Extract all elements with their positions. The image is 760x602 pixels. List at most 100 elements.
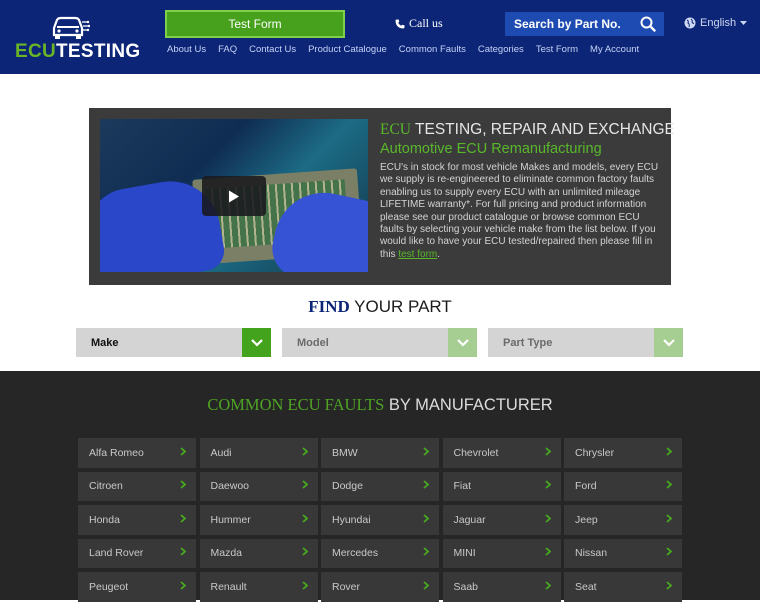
- chevron-right-icon: [180, 581, 187, 593]
- find-your-part-heading: FIND YOUR PART: [308, 297, 452, 316]
- manufacturer-item[interactable]: Seat: [564, 572, 682, 602]
- chevron-right-icon: [423, 547, 430, 559]
- chevron-right-icon: [301, 581, 308, 593]
- hero-panel: ECU TESTING, REPAIR AND EXCHANGE Automot…: [89, 108, 675, 285]
- hero-subtitle: Automotive ECU Remanufacturing: [380, 141, 602, 157]
- manufacturer-item[interactable]: Rover: [321, 572, 439, 602]
- part-type-select-arrow[interactable]: [654, 328, 683, 357]
- chevron-right-icon: [423, 447, 430, 459]
- chevron-right-icon: [544, 547, 551, 559]
- manufacturer-label: Citroen: [89, 480, 123, 493]
- manufacturer-item[interactable]: Hummer: [199, 505, 318, 535]
- manufacturer-item[interactable]: Jeep: [564, 505, 682, 535]
- manufacturer-item[interactable]: Saab: [442, 572, 561, 602]
- manufacturer-label: Audi: [210, 446, 232, 459]
- model-select[interactable]: Model: [282, 328, 477, 357]
- manufacturer-label: Renault: [210, 580, 247, 593]
- chevron-right-icon: [544, 514, 551, 526]
- manufacturer-label: Dodge: [332, 480, 363, 493]
- manufacturer-item[interactable]: Mazda: [199, 538, 318, 568]
- manufacturer-item[interactable]: Mercedes: [321, 538, 439, 568]
- nav-contact-us[interactable]: Contact Us: [243, 44, 302, 55]
- manufacturer-item[interactable]: Jaguar: [442, 505, 561, 535]
- chevron-right-icon: [544, 480, 551, 492]
- chevron-right-icon: [544, 447, 551, 459]
- chevron-right-icon: [544, 581, 551, 593]
- manufacturer-item[interactable]: Peugeot: [78, 572, 196, 602]
- common-faults-heading: COMMON ECU FAULTS BY MANUFACTURER: [207, 395, 553, 414]
- nav-common-faults[interactable]: Common Faults: [393, 44, 472, 55]
- manufacturer-item[interactable]: Citroen: [78, 471, 196, 501]
- manufacturer-item[interactable]: BMW: [321, 438, 439, 468]
- manufacturer-label: Alfa Romeo: [89, 446, 144, 459]
- chevron-right-icon: [423, 581, 430, 593]
- make-select-arrow[interactable]: [242, 328, 271, 357]
- chevron-right-icon: [180, 514, 187, 526]
- test-form-button[interactable]: Test Form: [165, 10, 345, 38]
- manufacturer-label: Nissan: [575, 547, 608, 560]
- common-faults-section: COMMON ECU FAULTS BY MANUFACTURER Alfa R…: [0, 371, 760, 602]
- part-type-select[interactable]: Part Type: [488, 328, 683, 357]
- manufacturer-label: Seat: [575, 580, 597, 593]
- search-input[interactable]: [514, 17, 634, 31]
- chevron-right-icon: [666, 514, 673, 526]
- chevron-right-icon: [180, 547, 187, 559]
- manufacturer-item[interactable]: Hyundai: [321, 505, 439, 535]
- manufacturer-item[interactable]: Ford: [564, 471, 682, 501]
- chevron-right-icon: [180, 480, 187, 492]
- manufacturer-item[interactable]: MINI: [442, 538, 561, 568]
- manufacturer-label: Peugeot: [89, 580, 129, 593]
- part-type-select-label: Part Type: [503, 336, 553, 349]
- manufacturer-item[interactable]: Nissan: [564, 538, 682, 568]
- manufacturer-item[interactable]: Daewoo: [199, 471, 318, 501]
- manufacturer-label: Jaguar: [453, 513, 486, 526]
- manufacturer-label: Chrysler: [575, 446, 615, 459]
- chevron-right-icon: [180, 447, 187, 459]
- site-header: ECUTESTING Test Form Call us English Abo…: [0, 0, 760, 74]
- manufacturer-item[interactable]: Dodge: [321, 471, 439, 501]
- manufacturer-item[interactable]: Renault: [199, 572, 318, 602]
- caret-down-icon: [740, 20, 748, 25]
- manufacturer-label: Mercedes: [332, 547, 379, 560]
- nav-about-us[interactable]: About Us: [161, 44, 212, 55]
- hero-title: ECU TESTING, REPAIR AND EXCHANGE: [380, 121, 675, 138]
- nav-product-catalogue[interactable]: Product Catalogue: [302, 44, 393, 55]
- globe-icon: [684, 17, 696, 29]
- logo[interactable]: ECUTESTING: [15, 10, 140, 62]
- video-player[interactable]: [100, 119, 368, 272]
- nav-test-form[interactable]: Test Form: [530, 44, 584, 55]
- search-icon[interactable]: [640, 16, 656, 32]
- manufacturer-item[interactable]: Honda: [78, 505, 196, 535]
- chevron-right-icon: [666, 581, 673, 593]
- manufacturer-item[interactable]: Audi: [199, 438, 318, 468]
- manufacturer-item[interactable]: Fiat: [442, 471, 561, 501]
- test-form-link[interactable]: test form: [398, 249, 437, 260]
- manufacturer-label: Daewoo: [210, 480, 250, 493]
- manufacturer-label: Hummer: [210, 513, 251, 526]
- call-us-link[interactable]: Call us: [395, 16, 443, 31]
- manufacturer-label: Jeep: [575, 513, 598, 526]
- model-select-arrow[interactable]: [448, 328, 477, 357]
- chevron-right-icon: [423, 480, 430, 492]
- manufacturer-label: Honda: [89, 513, 120, 526]
- nav-categories[interactable]: Categories: [472, 44, 530, 55]
- car-chip-icon: [52, 16, 90, 39]
- nav-my-account[interactable]: My Account: [584, 44, 645, 55]
- manufacturer-label: Saab: [453, 580, 479, 593]
- manufacturer-item[interactable]: Chrysler: [564, 438, 682, 468]
- chevron-right-icon: [301, 447, 308, 459]
- play-button[interactable]: [202, 176, 266, 216]
- manufacturer-label: Mazda: [210, 547, 243, 560]
- make-select[interactable]: Make: [76, 328, 271, 357]
- manufacturer-item[interactable]: Chevrolet: [442, 438, 561, 468]
- manufacturer-label: Land Rover: [89, 547, 144, 560]
- language-selector[interactable]: English: [684, 17, 748, 29]
- manufacturer-label: MINI: [453, 547, 476, 560]
- manufacturer-item[interactable]: Alfa Romeo: [78, 438, 196, 468]
- make-select-label: Make: [91, 336, 119, 349]
- manufacturer-item[interactable]: Land Rover: [78, 538, 196, 568]
- nav-faq[interactable]: FAQ: [212, 44, 243, 55]
- model-select-label: Model: [297, 336, 329, 349]
- chevron-right-icon: [301, 480, 308, 492]
- hero-description: ECU's in stock for most vehicle Makes an…: [380, 162, 659, 260]
